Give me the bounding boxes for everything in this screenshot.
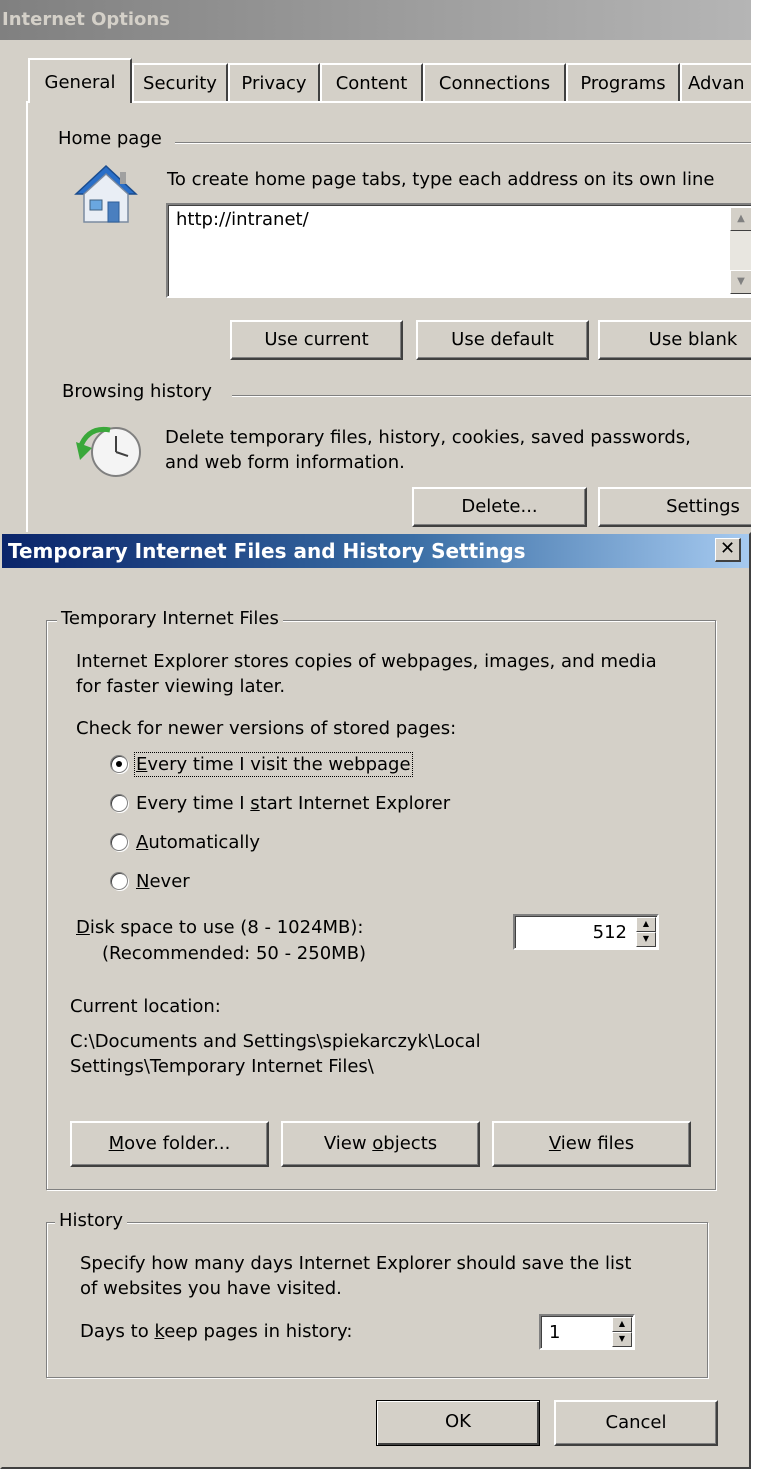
home-page-scrollbar[interactable]: ▲ ▼: [730, 207, 751, 294]
tab-label: Security: [143, 73, 217, 94]
home-icon: [74, 164, 138, 223]
cancel-button[interactable]: Cancel: [554, 1400, 718, 1446]
tab-label: Advan: [688, 73, 745, 94]
radio-every-start[interactable]: Every time I start Internet Explorer: [110, 790, 450, 816]
tab-general[interactable]: General: [28, 58, 132, 103]
temp-files-desc-line1: Internet Explorer stores copies of webpa…: [76, 651, 657, 672]
disk-space-recommended: (Recommended: 50 - 250MB): [102, 943, 367, 964]
radio-label: Automatically: [136, 831, 261, 853]
tab-advanced[interactable]: Advan: [680, 63, 751, 101]
scroll-down-arrow-icon[interactable]: ▼: [730, 270, 751, 294]
dialog-title: Temporary Internet Files and History Set…: [8, 539, 526, 563]
group-divider: [232, 395, 751, 397]
current-location-path-line2: Settings\Temporary Internet Files\: [70, 1056, 374, 1077]
radio-button-checked[interactable]: [110, 755, 128, 773]
delete-history-button[interactable]: Delete...: [412, 487, 587, 527]
spin-down-icon[interactable]: ▼: [612, 1332, 632, 1347]
history-group-label: History: [55, 1210, 128, 1231]
check-newer-versions-label: Check for newer versions of stored pages…: [76, 718, 457, 739]
use-current-button[interactable]: Use current: [230, 320, 403, 360]
radio-every-visit[interactable]: Every time I visit the webpage: [110, 751, 413, 777]
tab-label: General: [44, 72, 116, 93]
tab-security[interactable]: Security: [132, 63, 228, 101]
use-default-button[interactable]: Use default: [416, 320, 589, 360]
disk-space-spinner[interactable]: 512 ▲ ▼: [513, 914, 659, 950]
browsing-history-desc-line2: and web form information.: [165, 452, 405, 473]
dialog-titlebar: Temporary Internet Files and History Set…: [2, 534, 749, 568]
internet-options-titlebar: Internet Options: [0, 0, 751, 40]
tab-label: Content: [335, 73, 408, 94]
history-desc-line2: of websites you have visited.: [80, 1278, 342, 1299]
history-desc-line1: Specify how many days Internet Explorer …: [80, 1253, 632, 1274]
move-folder-button[interactable]: Move folder...: [70, 1121, 269, 1167]
days-to-keep-value: 1: [549, 1322, 561, 1343]
internet-options-window: Internet Options General Security Privac…: [0, 0, 751, 532]
view-objects-button[interactable]: View objects: [281, 1121, 480, 1167]
radio-never[interactable]: Never: [110, 868, 190, 894]
temp-files-groupbox: Temporary Internet Files: [46, 608, 716, 1190]
tab-privacy[interactable]: Privacy: [228, 63, 320, 101]
radio-label: Every time I visit the webpage: [134, 751, 413, 777]
days-to-keep-label: Days to keep pages in history:: [80, 1321, 353, 1342]
view-files-button[interactable]: View files: [492, 1121, 691, 1167]
radio-button[interactable]: [110, 833, 128, 851]
address-text: http://intranet/: [176, 209, 309, 230]
scroll-up-arrow-icon[interactable]: ▲: [730, 207, 751, 231]
current-location-label: Current location:: [70, 996, 221, 1017]
tab-label: Programs: [580, 73, 666, 94]
browsing-history-desc-line1: Delete temporary files, history, cookies…: [165, 427, 691, 448]
temp-files-settings-dialog: Temporary Internet Files and History Set…: [0, 532, 751, 1469]
radio-label: Never: [136, 870, 190, 892]
temp-files-desc-line2: for faster viewing later.: [76, 676, 286, 697]
radio-label: Every time I start Internet Explorer: [136, 792, 451, 814]
temp-files-group-label: Temporary Internet Files: [57, 608, 283, 629]
home-page-address-input[interactable]: http://intranet/: [166, 203, 751, 298]
radio-button[interactable]: [110, 794, 128, 812]
radio-button[interactable]: [110, 872, 128, 890]
use-blank-button[interactable]: Use blank: [598, 320, 751, 360]
browsing-history-group-label: Browsing history: [58, 381, 216, 402]
tab-programs[interactable]: Programs: [566, 63, 680, 101]
days-to-keep-spinner[interactable]: 1 ▲ ▼: [539, 1314, 635, 1350]
current-location-path-line1: C:\Documents and Settings\spiekarczyk\Lo…: [70, 1031, 481, 1052]
history-clock-icon: [76, 426, 141, 477]
home-page-instruction: To create home page tabs, type each addr…: [167, 169, 715, 190]
spin-down-icon[interactable]: ▼: [636, 932, 656, 947]
home-page-group-label: Home page: [54, 128, 166, 149]
group-divider: [175, 142, 751, 144]
disk-space-value: 512: [592, 922, 627, 943]
window-title: Internet Options: [2, 9, 170, 30]
ok-button[interactable]: OK: [376, 1400, 540, 1446]
spin-up-icon[interactable]: ▲: [636, 917, 656, 932]
close-button[interactable]: ✕: [715, 538, 741, 562]
spinner-buttons[interactable]: ▲ ▼: [612, 1317, 632, 1347]
tab-label: Privacy: [241, 73, 307, 94]
tab-connections[interactable]: Connections: [423, 63, 566, 101]
spin-up-icon[interactable]: ▲: [612, 1317, 632, 1332]
close-icon: ✕: [719, 538, 736, 559]
tab-content[interactable]: Content: [320, 63, 423, 101]
radio-automatically[interactable]: Automatically: [110, 829, 260, 855]
spinner-buttons[interactable]: ▲ ▼: [636, 917, 656, 947]
history-settings-button[interactable]: Settings: [598, 487, 751, 527]
tab-label: Connections: [438, 73, 551, 94]
disk-space-label: Disk space to use (8 - 1024MB):: [76, 917, 364, 938]
